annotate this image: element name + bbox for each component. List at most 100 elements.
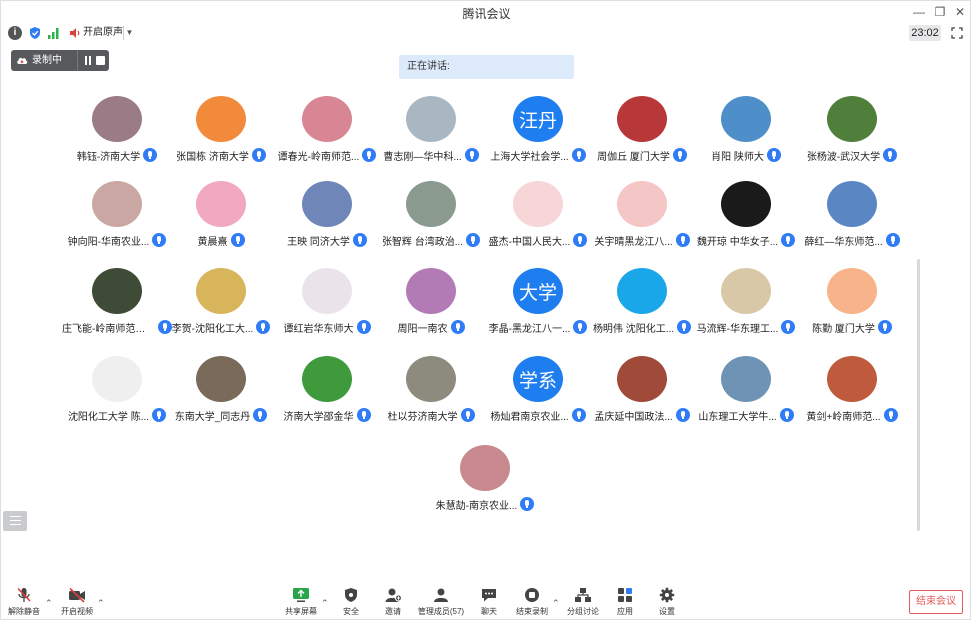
avatar bbox=[406, 356, 456, 402]
participant-name: 李晶-黑龙江八一... bbox=[488, 323, 571, 335]
participant-tile[interactable]: 张杨波-武汉大学 bbox=[797, 96, 907, 168]
participant-tile[interactable]: 王映 同济大学 bbox=[272, 181, 382, 253]
restore-icon[interactable]: ❐ bbox=[932, 4, 948, 20]
mic-icon bbox=[877, 320, 892, 334]
unmute-label: 解除静音 bbox=[8, 607, 40, 616]
security-button[interactable]: 安全 bbox=[335, 584, 367, 620]
avatar bbox=[196, 356, 246, 402]
avatar bbox=[196, 96, 246, 142]
participant-name: 杨明伟 沈阳化工... bbox=[592, 323, 675, 335]
mic-icon bbox=[781, 320, 796, 334]
participant-namebar: 韩钰-济南大学 bbox=[62, 147, 172, 163]
list-toggle-button[interactable] bbox=[3, 511, 27, 531]
participant-tile[interactable]: 大学 李晶-黑龙江八一... bbox=[483, 268, 593, 340]
participant-tile[interactable]: 黄晨熹 bbox=[166, 181, 276, 253]
mic-icon bbox=[152, 233, 167, 247]
mic-icon bbox=[885, 233, 900, 247]
participant-namebar: 王映 同济大学 bbox=[272, 232, 382, 248]
participant-tile[interactable]: 济南大学邵金华 bbox=[272, 356, 382, 428]
participant-tile[interactable]: 黄剑+岭南师范... bbox=[797, 356, 907, 428]
participant-tile[interactable]: 谭春光-岭南师范... bbox=[272, 96, 382, 168]
participant-tile[interactable]: 周阳一南农 bbox=[376, 268, 486, 340]
breakout-rooms-button[interactable]: 分组讨论 bbox=[565, 584, 601, 620]
participant-tile[interactable]: 李贺-沈阳化工大... bbox=[166, 268, 276, 340]
participant-name: 薛红—华东师范... bbox=[804, 236, 883, 248]
gallery-scrollbar[interactable] bbox=[917, 259, 920, 531]
close-icon[interactable]: ✕ bbox=[952, 4, 968, 20]
apps-button[interactable]: 应用 bbox=[611, 584, 639, 620]
signal-icon[interactable] bbox=[47, 26, 61, 40]
participant-tile[interactable]: 肖阳 陕师大 bbox=[691, 96, 801, 168]
invite-button[interactable]: 邀请 bbox=[377, 584, 409, 620]
participant-tile[interactable]: 张智辉 台湾政治... bbox=[376, 181, 486, 253]
mic-icon bbox=[677, 320, 692, 334]
mic-icon bbox=[362, 148, 377, 162]
chat-icon bbox=[482, 589, 496, 602]
participant-tile[interactable]: 杨明伟 沈阳化工... bbox=[587, 268, 697, 340]
meeting-window: 腾讯会议 — ❐ ✕ i 开启原声 ▼ 23:02 录制中 正在讲话: 韩钰-济… bbox=[0, 0, 971, 620]
avatar bbox=[721, 356, 771, 402]
participant-tile[interactable]: 陈勤 厦门大学 bbox=[797, 268, 907, 340]
participant-tile[interactable]: 庄飞能-岭南师范学院 bbox=[62, 268, 172, 340]
chevron-up-icon[interactable]: ⌃ bbox=[321, 598, 329, 609]
participant-tile[interactable]: 周伽丘 厦门大学 bbox=[587, 96, 697, 168]
end-recording-button[interactable]: 结束录制 bbox=[513, 584, 551, 620]
fullscreen-icon[interactable] bbox=[951, 27, 963, 39]
shield-icon[interactable] bbox=[28, 26, 42, 40]
participant-tile[interactable]: 钟向阳-华南农业... bbox=[62, 181, 172, 253]
chevron-up-icon[interactable]: ⌃ bbox=[552, 598, 560, 609]
settings-button[interactable]: 设置 bbox=[653, 584, 681, 620]
participant-name: 周伽丘 厦门大学 bbox=[597, 151, 670, 163]
participant-namebar: 陈勤 厦门大学 bbox=[797, 319, 907, 335]
participant-name: 周阳一南农 bbox=[397, 323, 448, 335]
participant-namebar: 杨灿君南京农业... bbox=[483, 407, 593, 423]
chat-button[interactable]: 聊天 bbox=[473, 584, 505, 620]
participant-tile[interactable]: 谭红岩华东师大 bbox=[272, 268, 382, 340]
stop-recording-button[interactable] bbox=[96, 50, 109, 71]
participant-tile[interactable]: 韩钰-济南大学 bbox=[62, 96, 172, 168]
participant-name: 关宇晴黑龙江八... bbox=[594, 236, 673, 248]
mic-icon bbox=[152, 408, 167, 422]
chevron-down-icon[interactable]: ▼ bbox=[123, 26, 135, 40]
participant-namebar: 钟向阳-华南农业... bbox=[62, 232, 172, 248]
participant-name: 曹志刚—华中科... bbox=[383, 151, 462, 163]
participant-tile[interactable]: 杜以芬济南大学 bbox=[376, 356, 486, 428]
participant-tile[interactable]: 朱慧劼-南京农业... bbox=[430, 445, 540, 517]
participant-name: 魏开琼 中华女子... bbox=[696, 236, 779, 248]
chevron-up-icon[interactable]: ⌃ bbox=[45, 598, 53, 609]
participant-tile[interactable]: 薛红—华东师范... bbox=[797, 181, 907, 253]
end-meeting-button[interactable]: 结束会议 bbox=[909, 590, 963, 614]
participant-tile[interactable]: 魏开琼 中华女子... bbox=[691, 181, 801, 253]
participant-tile[interactable]: 汪丹 上海大学社会学... bbox=[483, 96, 593, 168]
participant-name: 济南大学邵金华 bbox=[283, 411, 354, 423]
participant-tile[interactable]: 孟庆延中国政法... bbox=[587, 356, 697, 428]
original-sound-button[interactable]: 开启原声 bbox=[67, 25, 127, 41]
participant-tile[interactable]: 关宇晴黑龙江八... bbox=[587, 181, 697, 253]
mic-icon bbox=[253, 408, 268, 422]
minimize-icon[interactable]: — bbox=[911, 4, 927, 20]
unmute-button[interactable]: 解除静音 bbox=[5, 584, 43, 620]
participant-tile[interactable]: 马流辉-华东理工... bbox=[691, 268, 801, 340]
participant-tile[interactable]: 盛杰-中国人民大... bbox=[483, 181, 593, 253]
avatar bbox=[617, 181, 667, 227]
avatar bbox=[617, 268, 667, 314]
start-video-button[interactable]: 开启视频 bbox=[59, 584, 95, 620]
chevron-up-icon[interactable]: ⌃ bbox=[97, 598, 105, 609]
share-screen-button[interactable]: 共享屏幕 bbox=[283, 584, 319, 620]
participant-tile[interactable]: 曹志刚—华中科... bbox=[376, 96, 486, 168]
participant-name: 黄剑+岭南师范... bbox=[806, 411, 881, 423]
participant-tile[interactable]: 东南大学_同志丹 bbox=[166, 356, 276, 428]
participant-namebar: 肖阳 陕师大 bbox=[691, 147, 801, 163]
pause-recording-button[interactable] bbox=[77, 50, 97, 71]
participant-tile[interactable]: 山东理工大学牛... bbox=[691, 356, 801, 428]
avatar bbox=[721, 181, 771, 227]
participant-tile[interactable]: 学系 杨灿君南京农业... bbox=[483, 356, 593, 428]
info-icon[interactable]: i bbox=[8, 26, 22, 40]
avatar bbox=[196, 181, 246, 227]
participant-tile[interactable]: 沈阳化工大学 陈... bbox=[62, 356, 172, 428]
participant-namebar: 盛杰-中国人民大... bbox=[483, 232, 593, 248]
participant-tile[interactable]: 张国栋 济南大学 bbox=[166, 96, 276, 168]
mic-icon bbox=[883, 148, 898, 162]
manage-members-button[interactable]: 管理成员(57) bbox=[415, 584, 467, 620]
manage-members-label: 管理成员(57) bbox=[417, 607, 465, 616]
